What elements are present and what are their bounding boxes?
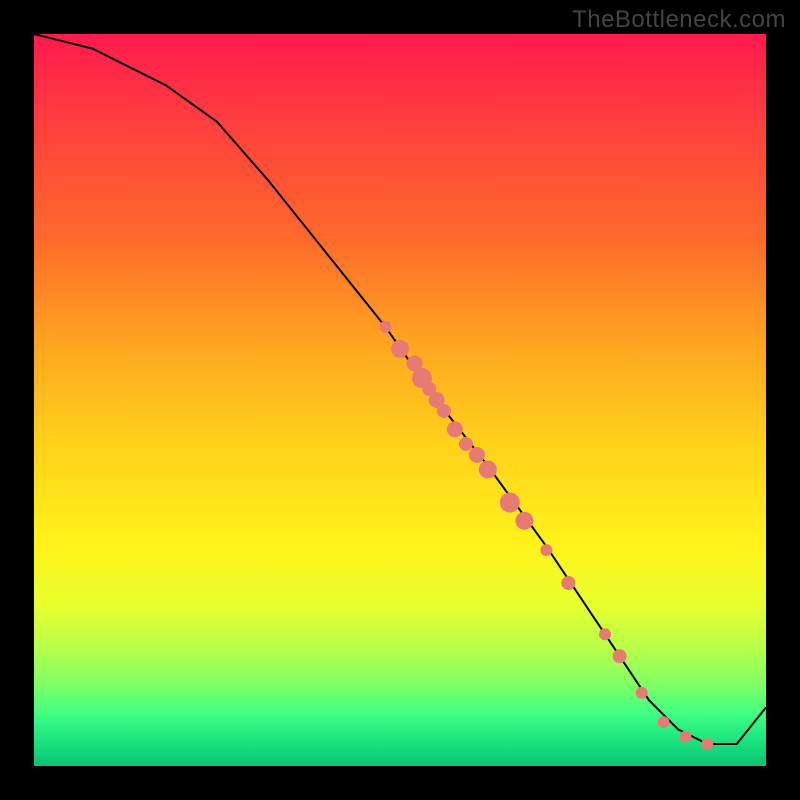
scatter-dot [437, 404, 451, 418]
scatter-dot [613, 649, 627, 663]
scatter-dot [701, 738, 713, 750]
scatter-dot [680, 731, 692, 743]
scatter-dot [459, 437, 473, 451]
scatter-dot [658, 716, 670, 728]
scatter-group [379, 321, 713, 750]
scatter-dot [391, 340, 409, 358]
scatter-dot [447, 421, 463, 437]
watermark-text: TheBottleneck.com [572, 6, 786, 34]
scatter-dot [379, 321, 391, 333]
scatter-dot [599, 628, 611, 640]
scatter-dot [636, 687, 648, 699]
scatter-dot [479, 461, 497, 479]
scatter-dot [561, 576, 575, 590]
scatter-dot [515, 512, 533, 530]
chart-frame: TheBottleneck.com [0, 0, 800, 800]
scatter-dot [500, 493, 520, 513]
chart-svg [34, 34, 766, 766]
scatter-dot [540, 544, 552, 556]
plot-area [34, 34, 766, 766]
bottleneck-curve [34, 34, 766, 744]
scatter-dot [469, 447, 485, 463]
